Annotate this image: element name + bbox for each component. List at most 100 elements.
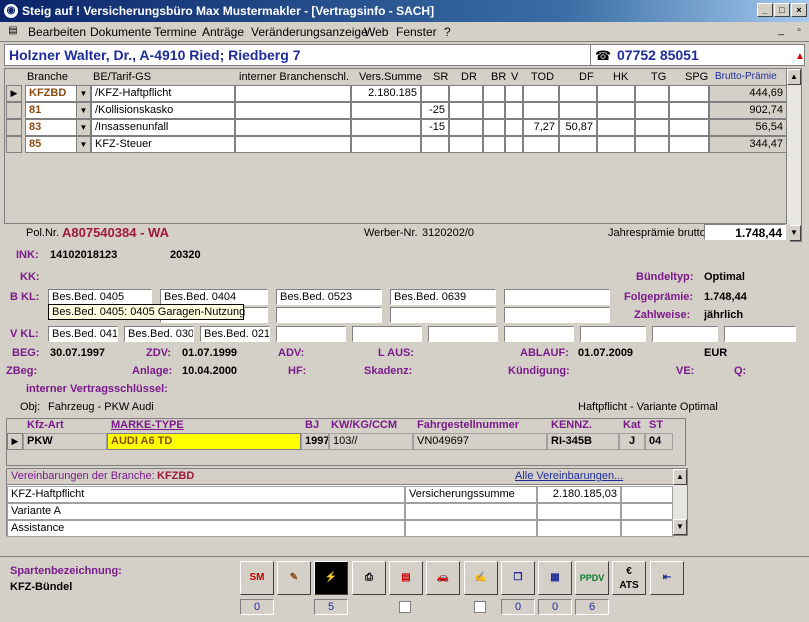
- table-row[interactable]: ▶ KFZBD ▼ /KFZ-Haftpflicht 2.180.185 444,…: [5, 85, 791, 102]
- ats-button[interactable]: € ATS: [612, 561, 646, 595]
- vkl-field-7[interactable]: [504, 326, 574, 342]
- bkl-field-9[interactable]: [504, 307, 610, 323]
- vkl-field-8[interactable]: [580, 326, 646, 342]
- marke-cell[interactable]: AUDI A6 TD: [107, 433, 301, 450]
- menu-bearbeiten[interactable]: Bearbeiten: [28, 25, 86, 39]
- menu-antraege[interactable]: Anträge: [202, 25, 244, 39]
- table-row[interactable]: 85 ▼ KFZ-Steuer 344,47: [5, 136, 791, 153]
- dr-cell[interactable]: [449, 85, 483, 102]
- vkl-field-5[interactable]: [352, 326, 422, 342]
- sr-cell[interactable]: [421, 136, 449, 153]
- exit-door-icon[interactable]: ⇤: [650, 561, 684, 595]
- bkl-field-7[interactable]: [276, 307, 382, 323]
- row-selector-icon[interactable]: ▶: [7, 433, 23, 450]
- tod-cell[interactable]: 7,27: [523, 119, 559, 136]
- schaden-meldung-button[interactable]: SM: [240, 561, 274, 595]
- scroll-up-icon[interactable]: ▲: [673, 469, 687, 485]
- checkbox-1[interactable]: [399, 601, 411, 613]
- bkl-field-3[interactable]: Bes.Bed. 0523: [276, 289, 382, 305]
- intern-cell[interactable]: [235, 136, 351, 153]
- table-row[interactable]: ▶ PKW AUDI A6 TD 1997 103// VN049697 RI-…: [7, 433, 673, 450]
- table-row[interactable]: 83 ▼ /Insassenunfall -15 7,27 50,87 56,54: [5, 119, 791, 136]
- vkl-field-1[interactable]: Bes.Bed. 041: [48, 326, 118, 342]
- print-button[interactable]: ⎙: [352, 561, 386, 595]
- menu-help[interactable]: ?: [444, 25, 451, 39]
- menu-termine[interactable]: Termine: [154, 25, 197, 39]
- spg-cell[interactable]: [669, 119, 709, 136]
- sr-cell[interactable]: -15: [421, 119, 449, 136]
- minimize-button[interactable]: _: [757, 3, 773, 17]
- dr-cell[interactable]: [449, 119, 483, 136]
- v-cell[interactable]: [505, 85, 523, 102]
- dr-cell[interactable]: [449, 136, 483, 153]
- row-selector-icon[interactable]: ▶: [6, 85, 22, 102]
- branche-combo[interactable]: KFZBD ▼: [25, 85, 91, 102]
- br-cell[interactable]: [483, 85, 505, 102]
- bj-cell[interactable]: 1997: [301, 433, 329, 450]
- summe-cell[interactable]: [351, 102, 421, 119]
- df-cell[interactable]: [559, 85, 597, 102]
- tod-cell[interactable]: [523, 102, 559, 119]
- bkl-field-4[interactable]: Bes.Bed. 0639: [390, 289, 496, 305]
- tarif-cell[interactable]: KFZ-Steuer: [91, 136, 235, 153]
- lightning-button[interactable]: ⚡: [314, 561, 348, 595]
- v-cell[interactable]: [505, 102, 523, 119]
- branche-combo[interactable]: 81 ▼: [25, 102, 91, 119]
- hk-cell[interactable]: [597, 102, 635, 119]
- branche-combo[interactable]: 83 ▼: [25, 119, 91, 136]
- list-item[interactable]: KFZ-Haftpflicht Versicherungssumme 2.180…: [7, 486, 673, 503]
- spg-cell[interactable]: [669, 136, 709, 153]
- fgnr-cell[interactable]: VN049697: [413, 433, 547, 450]
- grid-scrollbar[interactable]: ▲ ▼: [786, 68, 802, 242]
- tg-cell[interactable]: [635, 119, 669, 136]
- close-button[interactable]: ×: [791, 3, 807, 17]
- all-agreements-link[interactable]: Alle Vereinbarungen...: [515, 470, 623, 482]
- hk-cell[interactable]: [597, 85, 635, 102]
- vkl-field-4[interactable]: [276, 326, 346, 342]
- bkl-field-2[interactable]: Bes.Bed. 0404: [160, 289, 268, 305]
- table-row[interactable]: 81 ▼ /Kollisionskasko -25 902,74: [5, 102, 791, 119]
- maximize-button[interactable]: □: [774, 3, 790, 17]
- mdi-minimize-button[interactable]: _: [774, 25, 788, 38]
- ppdv-button[interactable]: PPDV: [575, 561, 609, 595]
- row-selector[interactable]: [6, 136, 22, 153]
- agreements-scrollbar[interactable]: ▲ ▼: [673, 469, 687, 535]
- menu-web[interactable]: Web: [364, 25, 388, 39]
- br-cell[interactable]: [483, 136, 505, 153]
- car-button[interactable]: 🚗: [426, 561, 460, 595]
- kat-cell[interactable]: J: [619, 433, 645, 450]
- list-item[interactable]: Variante A: [7, 503, 673, 520]
- v-cell[interactable]: [505, 136, 523, 153]
- mdi-icon[interactable]: ▤: [6, 25, 20, 38]
- tarif-cell[interactable]: /Insassenunfall: [91, 119, 235, 136]
- sign-document-button[interactable]: ✍: [464, 561, 498, 595]
- intern-cell[interactable]: [235, 119, 351, 136]
- dr-cell[interactable]: [449, 102, 483, 119]
- spg-cell[interactable]: [669, 85, 709, 102]
- checkbox-2[interactable]: [474, 601, 486, 613]
- br-cell[interactable]: [483, 119, 505, 136]
- intern-cell[interactable]: [235, 102, 351, 119]
- st-cell[interactable]: 04: [645, 433, 673, 450]
- df-cell[interactable]: 50,87: [559, 119, 597, 136]
- tod-cell[interactable]: [523, 136, 559, 153]
- hk-cell[interactable]: [597, 119, 635, 136]
- sr-cell[interactable]: [421, 85, 449, 102]
- bkl-field-8[interactable]: [390, 307, 496, 323]
- vkl-field-2[interactable]: Bes.Bed. 030: [124, 326, 194, 342]
- summe-cell[interactable]: [351, 136, 421, 153]
- vkl-field-10[interactable]: [724, 326, 796, 342]
- v-cell[interactable]: [505, 119, 523, 136]
- tg-cell[interactable]: [635, 136, 669, 153]
- intern-cell[interactable]: [235, 85, 351, 102]
- tod-cell[interactable]: [523, 85, 559, 102]
- menu-fenster[interactable]: Fenster: [396, 25, 437, 39]
- form-button[interactable]: ▤: [389, 561, 423, 595]
- row-selector[interactable]: [6, 102, 22, 119]
- df-cell[interactable]: [559, 136, 597, 153]
- documents-list-button[interactable]: ▦: [538, 561, 572, 595]
- tarif-cell[interactable]: /Kollisionskasko: [91, 102, 235, 119]
- document-edit-button[interactable]: ✎: [277, 561, 311, 595]
- scroll-down-icon[interactable]: ▼: [673, 519, 687, 535]
- row-selector[interactable]: [6, 119, 22, 136]
